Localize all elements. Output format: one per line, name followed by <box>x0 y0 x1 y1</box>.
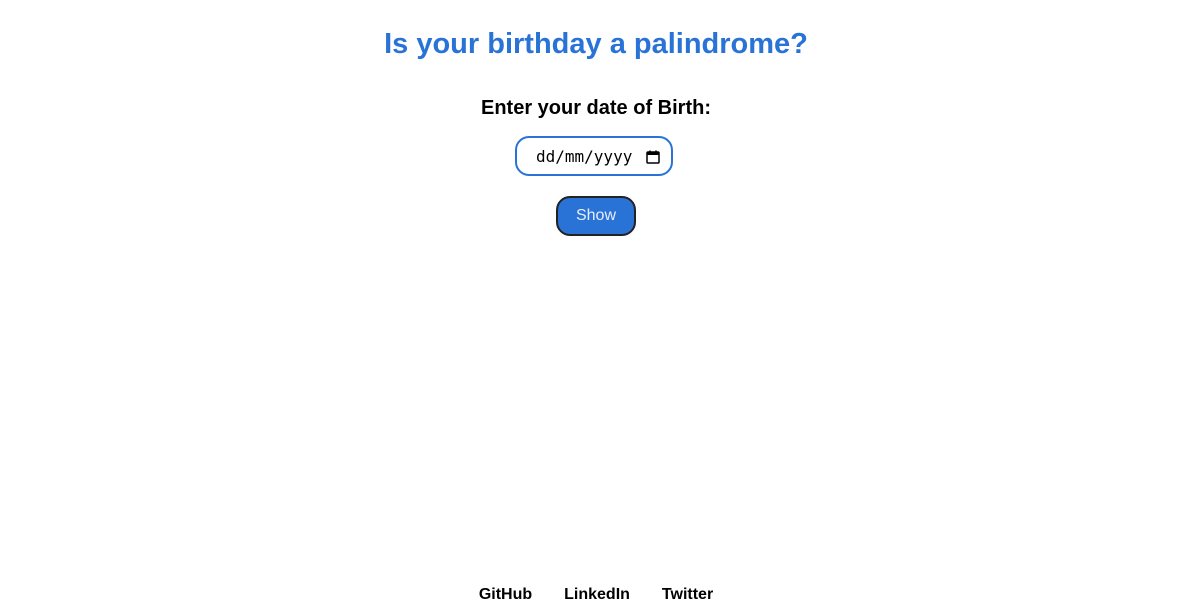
page-title: Is your birthday a palindrome? <box>384 28 808 60</box>
footer: GitHub LinkedIn Twitter <box>0 584 1192 606</box>
dob-label: Enter your date of Birth: <box>480 97 711 119</box>
calendar-icon[interactable] <box>646 150 660 164</box>
linkedin-link[interactable]: LinkedIn <box>564 584 630 606</box>
page: Is your birthday a palindrome? Enter you… <box>0 0 1192 613</box>
twitter-link[interactable]: Twitter <box>662 584 713 606</box>
show-button[interactable]: Show <box>556 196 636 236</box>
date-of-birth-input[interactable]: dd/mm/yyyy <box>515 136 673 176</box>
github-link[interactable]: GitHub <box>479 584 532 606</box>
date-placeholder: dd/mm/yyyy <box>536 146 633 166</box>
